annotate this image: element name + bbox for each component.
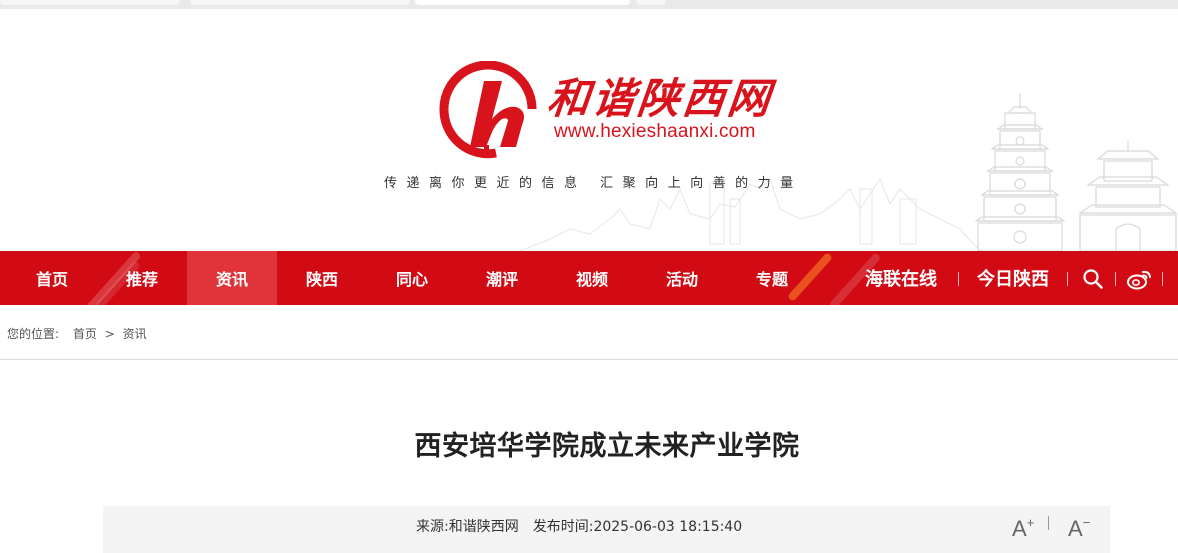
site-logo-text[interactable]: 和谐陕西网 [545, 65, 776, 126]
publish-time-label: 发布时间: [532, 519, 594, 535]
nav-item-shaanxi[interactable]: 陕西 [277, 251, 367, 305]
nav-separator [1162, 272, 1163, 286]
nav-item-tongxin[interactable]: 同心 [367, 251, 457, 305]
breadcrumb: 您的位置: 首页 > 资讯 [7, 325, 151, 342]
font-increase-sign: + [1026, 515, 1035, 530]
site-header: 和谐陕西网 www.hexieshaanxi.com 传递离你更近的信息 汇聚向… [0, 9, 1178, 251]
font-size-separator [1048, 516, 1049, 530]
site-slogan: 传递离你更近的信息 汇聚向上向善的力量 [384, 176, 803, 191]
font-decrease-letter: A [1068, 516, 1083, 541]
nav-item-recommend[interactable]: 推荐 [97, 251, 187, 305]
source-label: 来源: [416, 519, 449, 535]
publish-time-value: 2025-06-03 18:15:40 [593, 519, 743, 535]
nav-item-topics[interactable]: 专题 [727, 251, 817, 305]
breadcrumb-home-link[interactable]: 首页 [73, 327, 97, 341]
source-value: 和谐陕西网 [448, 519, 519, 535]
article-meta: 来源:和谐陕西网 发布时间:2025-06-03 18:15:40 [416, 516, 742, 536]
nav-item-news[interactable]: 资讯 [187, 251, 277, 305]
breadcrumb-separator: > [104, 327, 115, 341]
breadcrumb-prefix: 您的位置: [7, 327, 60, 341]
article-title: 西安培华学院成立未来产业学院 [414, 431, 800, 462]
browser-tab-strip [0, 0, 1178, 9]
main-nav: 首页 推荐 资讯 陕西 同心 潮评 视频 活动 专题 海联在线 今日陕西 [0, 251, 1178, 305]
nav-separator [1067, 272, 1068, 286]
search-icon[interactable] [1083, 269, 1103, 289]
new-tab-button[interactable] [636, 0, 666, 5]
breadcrumb-divider [0, 359, 1178, 360]
browser-tab[interactable] [190, 0, 410, 5]
nav-item-home[interactable]: 首页 [7, 251, 97, 305]
nav-item-video[interactable]: 视频 [547, 251, 637, 305]
browser-tab-active[interactable] [415, 0, 630, 5]
font-decrease-sign: − [1082, 515, 1091, 530]
font-increase-letter: A [1012, 516, 1027, 541]
nav-separator [958, 272, 959, 286]
breadcrumb-current-link[interactable]: 资讯 [123, 327, 147, 341]
browser-tab[interactable] [0, 0, 180, 5]
site-url[interactable]: www.hexieshaanxi.com [554, 121, 755, 143]
hailian-online-link[interactable]: 海联在线 [865, 251, 937, 305]
nav-item-chaoping[interactable]: 潮评 [457, 251, 547, 305]
today-shaanxi-link[interactable]: 今日陕西 [977, 251, 1049, 305]
nav-separator [1115, 272, 1116, 286]
font-size-decrease-button[interactable]: A− [1068, 515, 1090, 542]
nav-item-events[interactable]: 活动 [637, 251, 727, 305]
font-size-increase-button[interactable]: A+ [1012, 515, 1034, 542]
weibo-icon[interactable] [1127, 268, 1153, 290]
article-meta-bar: 来源:和谐陕西网 发布时间:2025-06-03 18:15:40 A+ A− [103, 506, 1110, 553]
